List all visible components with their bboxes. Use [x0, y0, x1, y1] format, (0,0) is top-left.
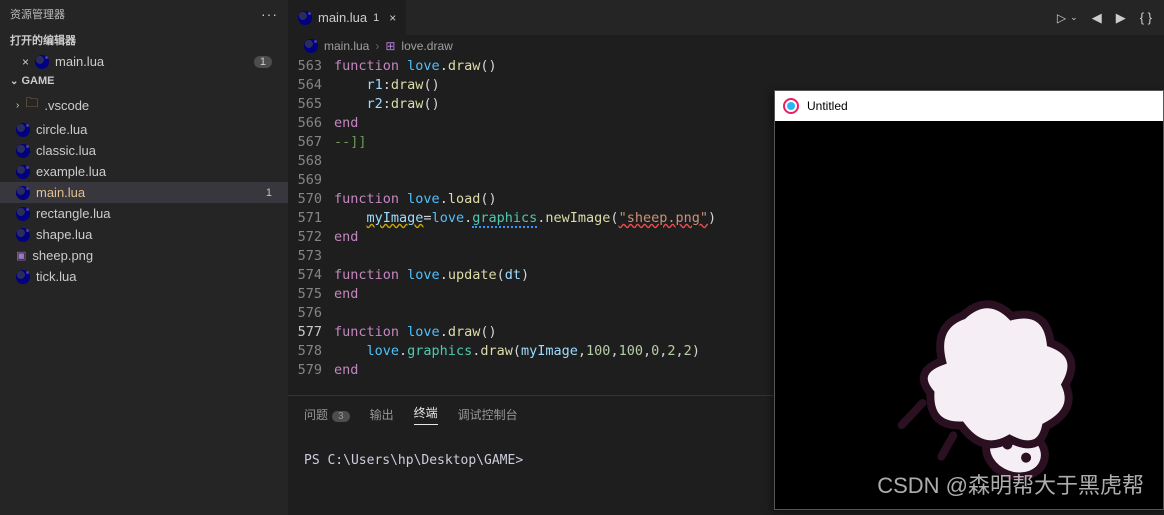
- lua-icon: [16, 270, 30, 284]
- lua-icon: [16, 165, 30, 179]
- tree-item-sheep-png[interactable]: ▣ sheep.png: [0, 245, 288, 266]
- close-icon[interactable]: ×: [22, 55, 29, 69]
- file-name: shape.lua: [36, 227, 92, 242]
- file-name: sheep.png: [32, 248, 93, 263]
- sheep-sprite: [875, 271, 1115, 511]
- tab-problems[interactable]: 问题3: [304, 406, 350, 423]
- chevron-down-icon: ⌄: [10, 76, 18, 87]
- tree-item-example-lua[interactable]: example.lua: [0, 161, 288, 182]
- method-icon: ⊞: [385, 39, 395, 53]
- file-tree: › 🗀 .vscode circle.lua classic.lua example.lu…: [0, 91, 288, 287]
- open-editor-name: main.lua: [55, 54, 104, 69]
- line-gutter: 5635645655665675685695705715725735745755…: [288, 57, 334, 395]
- editor-actions: ▷ ⌄ ◀ ▶ { }: [1057, 10, 1164, 26]
- chevron-right-icon: ›: [16, 100, 19, 111]
- file-name: example.lua: [36, 164, 106, 179]
- tab-debug[interactable]: 调试控制台: [458, 406, 518, 423]
- prev-icon[interactable]: ◀: [1092, 10, 1102, 26]
- lua-icon: [304, 39, 318, 53]
- braces-icon[interactable]: { }: [1140, 10, 1152, 25]
- tab-terminal[interactable]: 终端: [414, 404, 438, 425]
- close-icon[interactable]: ×: [389, 11, 396, 25]
- tab-output[interactable]: 输出: [370, 406, 394, 423]
- modified-badge: 1: [266, 187, 272, 199]
- love2d-icon: [783, 98, 799, 114]
- tree-item-tick-lua[interactable]: tick.lua: [0, 266, 288, 287]
- lua-icon: [16, 228, 30, 242]
- tree-item-circle-lua[interactable]: circle.lua: [0, 119, 288, 140]
- file-name: rectangle.lua: [36, 206, 110, 221]
- folder-root[interactable]: ⌄ GAME: [0, 71, 288, 91]
- lua-icon: [298, 11, 312, 25]
- file-name: tick.lua: [36, 269, 76, 284]
- lua-icon: [16, 144, 30, 158]
- tree-item-main-lua[interactable]: main.lua 1: [0, 182, 288, 203]
- tab-main-lua[interactable]: main.lua 1 ×: [288, 0, 407, 35]
- file-name: .vscode: [44, 98, 89, 113]
- next-icon[interactable]: ▶: [1116, 10, 1126, 26]
- game-title: Untitled: [807, 99, 848, 113]
- terminal-prompt: PS C:\Users\hp\Desktop\GAME>: [304, 453, 523, 468]
- tree-item-rectangle-lua[interactable]: rectangle.lua: [0, 203, 288, 224]
- file-name: classic.lua: [36, 143, 96, 158]
- breadcrumb-symbol[interactable]: love.draw: [401, 39, 452, 53]
- image-icon: ▣: [16, 249, 26, 262]
- breadcrumb[interactable]: main.lua › ⊞ love.draw: [288, 35, 1164, 57]
- sidebar-header: 资源管理器 ···: [0, 0, 288, 28]
- tab-label: main.lua: [318, 10, 367, 25]
- lua-icon: [16, 186, 30, 200]
- sidebar: 资源管理器 ··· 打开的编辑器 × main.lua 1 ⌄ GAME › 🗀.…: [0, 0, 288, 515]
- modified-badge: 1: [254, 56, 272, 68]
- tree-item--vscode[interactable]: › 🗀 .vscode: [0, 91, 288, 119]
- open-editors-label[interactable]: 打开的编辑器: [0, 28, 288, 52]
- explorer-title: 资源管理器: [10, 6, 65, 22]
- file-name: main.lua: [36, 185, 85, 200]
- tab-bar: main.lua 1 × ▷ ⌄ ◀ ▶ { }: [288, 0, 1164, 35]
- chevron-right-icon: ›: [375, 39, 379, 53]
- game-titlebar[interactable]: Untitled: [775, 91, 1163, 121]
- lua-icon: [16, 207, 30, 221]
- lua-icon: [35, 55, 49, 69]
- modified-indicator: 1: [373, 12, 379, 24]
- open-editor-item[interactable]: × main.lua 1: [0, 52, 288, 71]
- more-icon[interactable]: ···: [261, 6, 278, 22]
- tree-item-shape-lua[interactable]: shape.lua: [0, 224, 288, 245]
- file-name: circle.lua: [36, 122, 87, 137]
- folder-icon: 🗀: [25, 94, 38, 116]
- run-icon[interactable]: ▷: [1057, 11, 1066, 25]
- breadcrumb-file[interactable]: main.lua: [324, 39, 369, 53]
- tree-item-classic-lua[interactable]: classic.lua: [0, 140, 288, 161]
- run-dropdown-icon[interactable]: ⌄: [1070, 12, 1078, 23]
- lua-icon: [16, 123, 30, 137]
- game-window[interactable]: Untitled: [774, 90, 1164, 510]
